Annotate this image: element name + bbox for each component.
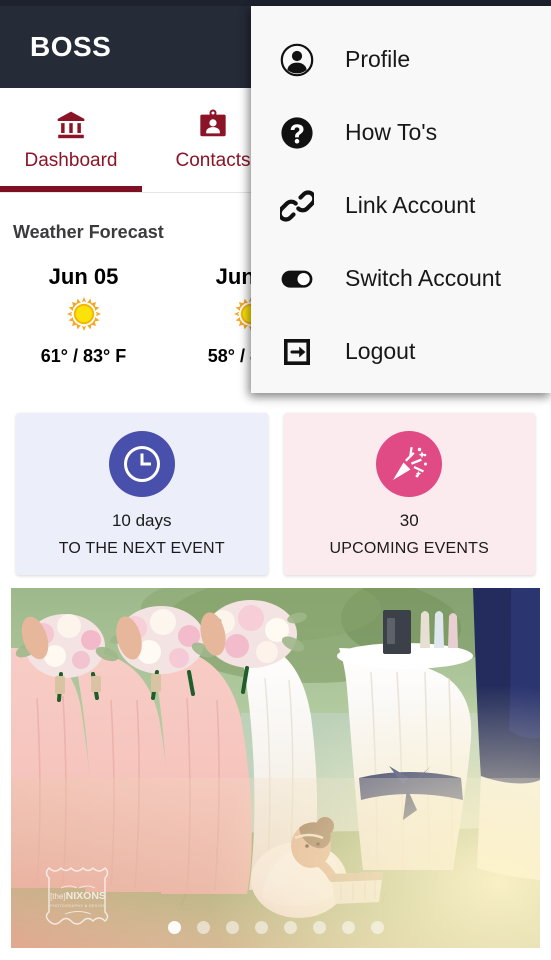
carousel-dot[interactable] [196, 921, 210, 934]
toggle-icon [280, 262, 314, 296]
clock-icon [108, 430, 175, 497]
weather-temperature: 61° / 83° F [40, 346, 127, 366]
photographer-watermark: [the]NIXONS PHOTOGRAPHY & DESIGN [39, 864, 117, 926]
menu-item-label: Logout [345, 338, 416, 364]
photo-carousel[interactable]: [the]NIXONS PHOTOGRAPHY & DESIGN [11, 588, 540, 948]
tab-dashboard[interactable]: Dashboard [0, 88, 142, 193]
stat-cards-row: 10 days TO THE NEXT EVENT 30 UPCOMING EV… [0, 413, 551, 575]
carousel-dot[interactable] [254, 921, 268, 934]
carousel-dot[interactable] [283, 921, 297, 934]
user-circle-icon [280, 43, 314, 77]
app-title: BOSS [30, 31, 112, 62]
tab-dashboard-label: Dashboard [24, 150, 118, 171]
tab-contacts-label: Contacts [175, 150, 251, 171]
menu-item-profile[interactable]: Profile [251, 23, 551, 96]
contact-card-icon [197, 109, 229, 141]
stat-card-value: 10 days [111, 510, 172, 530]
stat-card-caption: UPCOMING EVENTS [329, 539, 489, 557]
menu-item-label: How To's [345, 119, 438, 145]
weather-date: Jun 05 [48, 264, 119, 289]
carousel-dot[interactable] [341, 921, 355, 934]
menu-item-label: Profile [345, 46, 411, 72]
carousel-dot[interactable] [370, 921, 384, 934]
menu-item-how-tos[interactable]: How To's [251, 96, 551, 169]
link-icon [280, 189, 314, 223]
menu-item-switch-account[interactable]: Switch Account [251, 242, 551, 315]
carousel-dot[interactable] [312, 921, 326, 934]
bank-icon [55, 109, 87, 141]
overflow-menu: Profile How To's Link Account Switch Acc… [251, 6, 551, 393]
stat-card-upcoming-events[interactable]: 30 UPCOMING EVENTS [283, 413, 535, 575]
carousel-dot[interactable] [167, 921, 181, 934]
question-circle-icon [280, 116, 314, 150]
sun-icon [66, 296, 102, 340]
party-popper-icon [376, 430, 443, 497]
stat-card-next-event[interactable]: 10 days TO THE NEXT EVENT [16, 413, 268, 575]
weather-day: Jun 05 61° / 83° F [0, 264, 167, 367]
carousel-dot[interactable] [225, 921, 239, 934]
svg-text:[the]NIXONS: [the]NIXONS [50, 890, 106, 902]
menu-item-logout[interactable]: Logout [251, 315, 551, 388]
stat-card-caption: TO THE NEXT EVENT [58, 539, 225, 557]
menu-item-link-account[interactable]: Link Account [251, 169, 551, 242]
app-root: BOSS Dashboard Contacts Weather Forecast… [0, 0, 551, 960]
menu-item-label: Switch Account [345, 265, 501, 291]
weather-forecast-title: Weather Forecast [13, 222, 164, 242]
svg-text:PHOTOGRAPHY & DESIGN: PHOTOGRAPHY & DESIGN [50, 904, 105, 908]
carousel-dots [11, 921, 540, 934]
logout-icon [280, 335, 314, 369]
stat-card-value: 30 [399, 510, 419, 530]
menu-item-label: Link Account [345, 192, 476, 218]
